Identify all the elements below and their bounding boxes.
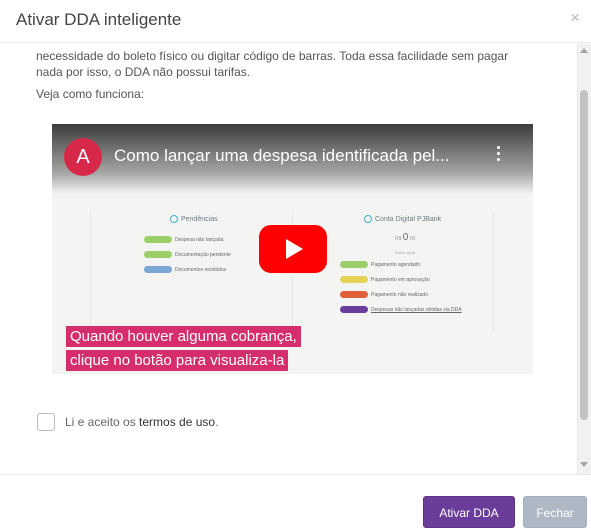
video-player[interactable]: Pendências Despesa não lançada Documenta…	[52, 124, 533, 374]
close-icon[interactable]: ×	[570, 8, 580, 28]
status-pill	[144, 251, 172, 258]
terms-checkbox[interactable]	[37, 413, 55, 431]
close-button[interactable]: Fechar	[523, 496, 587, 528]
balance: R$ 0 00	[395, 232, 416, 243]
terms-link[interactable]: termos de uso	[139, 415, 215, 429]
dda-modal: Ativar DDA inteligente × necessidade do …	[0, 0, 591, 528]
pendencias-icon	[170, 215, 178, 223]
pendencia-item: Documentos recebidos	[144, 266, 226, 273]
terms-label: Li e aceito os termos de uso.	[65, 415, 219, 429]
balance-label: Saldo atual	[395, 250, 416, 255]
activate-dda-button[interactable]: Ativar DDA	[423, 496, 515, 528]
kebab-menu-icon[interactable]	[493, 146, 503, 164]
modal-header: Ativar DDA inteligente ×	[0, 0, 591, 43]
howto-text: Veja como funciona:	[36, 87, 145, 101]
conta-icon	[364, 215, 372, 223]
caption-line: Quando houver alguma cobrança,	[66, 326, 301, 347]
conta-heading: Conta Digital PJBank	[364, 215, 441, 223]
panel-divider	[90, 212, 91, 332]
status-pill	[340, 261, 368, 268]
modal-title: Ativar DDA inteligente	[16, 10, 182, 29]
status-pill	[340, 306, 368, 313]
scroll-up-icon[interactable]	[580, 48, 588, 53]
modal-body: necessidade do boleto físico ou digitar …	[0, 44, 591, 474]
play-button[interactable]	[259, 225, 327, 273]
channel-avatar[interactable]: A	[64, 138, 102, 176]
pendencias-heading: Pendências	[170, 215, 218, 223]
conta-label: Conta Digital PJBank	[375, 215, 442, 223]
play-icon	[286, 239, 303, 259]
status-pill	[340, 276, 368, 283]
conta-item: Pagamento agendado	[340, 261, 420, 268]
video-title[interactable]: Como lançar uma despesa identificada pel…	[114, 146, 484, 166]
status-pill	[144, 236, 172, 243]
pendencia-item: Despesa não lançada	[144, 236, 223, 243]
pendencia-item: Documentação pendente	[144, 251, 231, 258]
panel-divider	[493, 212, 494, 332]
status-pill	[144, 266, 172, 273]
conta-item: Despesas não lançadas obtidas via DDA	[340, 306, 462, 313]
conta-item: Pagamento não realizado	[340, 291, 428, 298]
scroll-thumb[interactable]	[580, 90, 588, 420]
modal-footer: Ativar DDA Fechar	[0, 474, 591, 528]
status-pill	[340, 291, 368, 298]
video-topbar: A Como lançar uma despesa identificada p…	[52, 124, 533, 194]
intro-text: necessidade do boleto físico ou digitar …	[36, 49, 509, 79]
pendencias-label: Pendências	[181, 215, 218, 223]
caption-line: clique no botão para visualiza-la	[66, 350, 289, 371]
scroll-down-icon[interactable]	[580, 462, 588, 467]
conta-item: Pagamento em aprovação	[340, 276, 430, 283]
